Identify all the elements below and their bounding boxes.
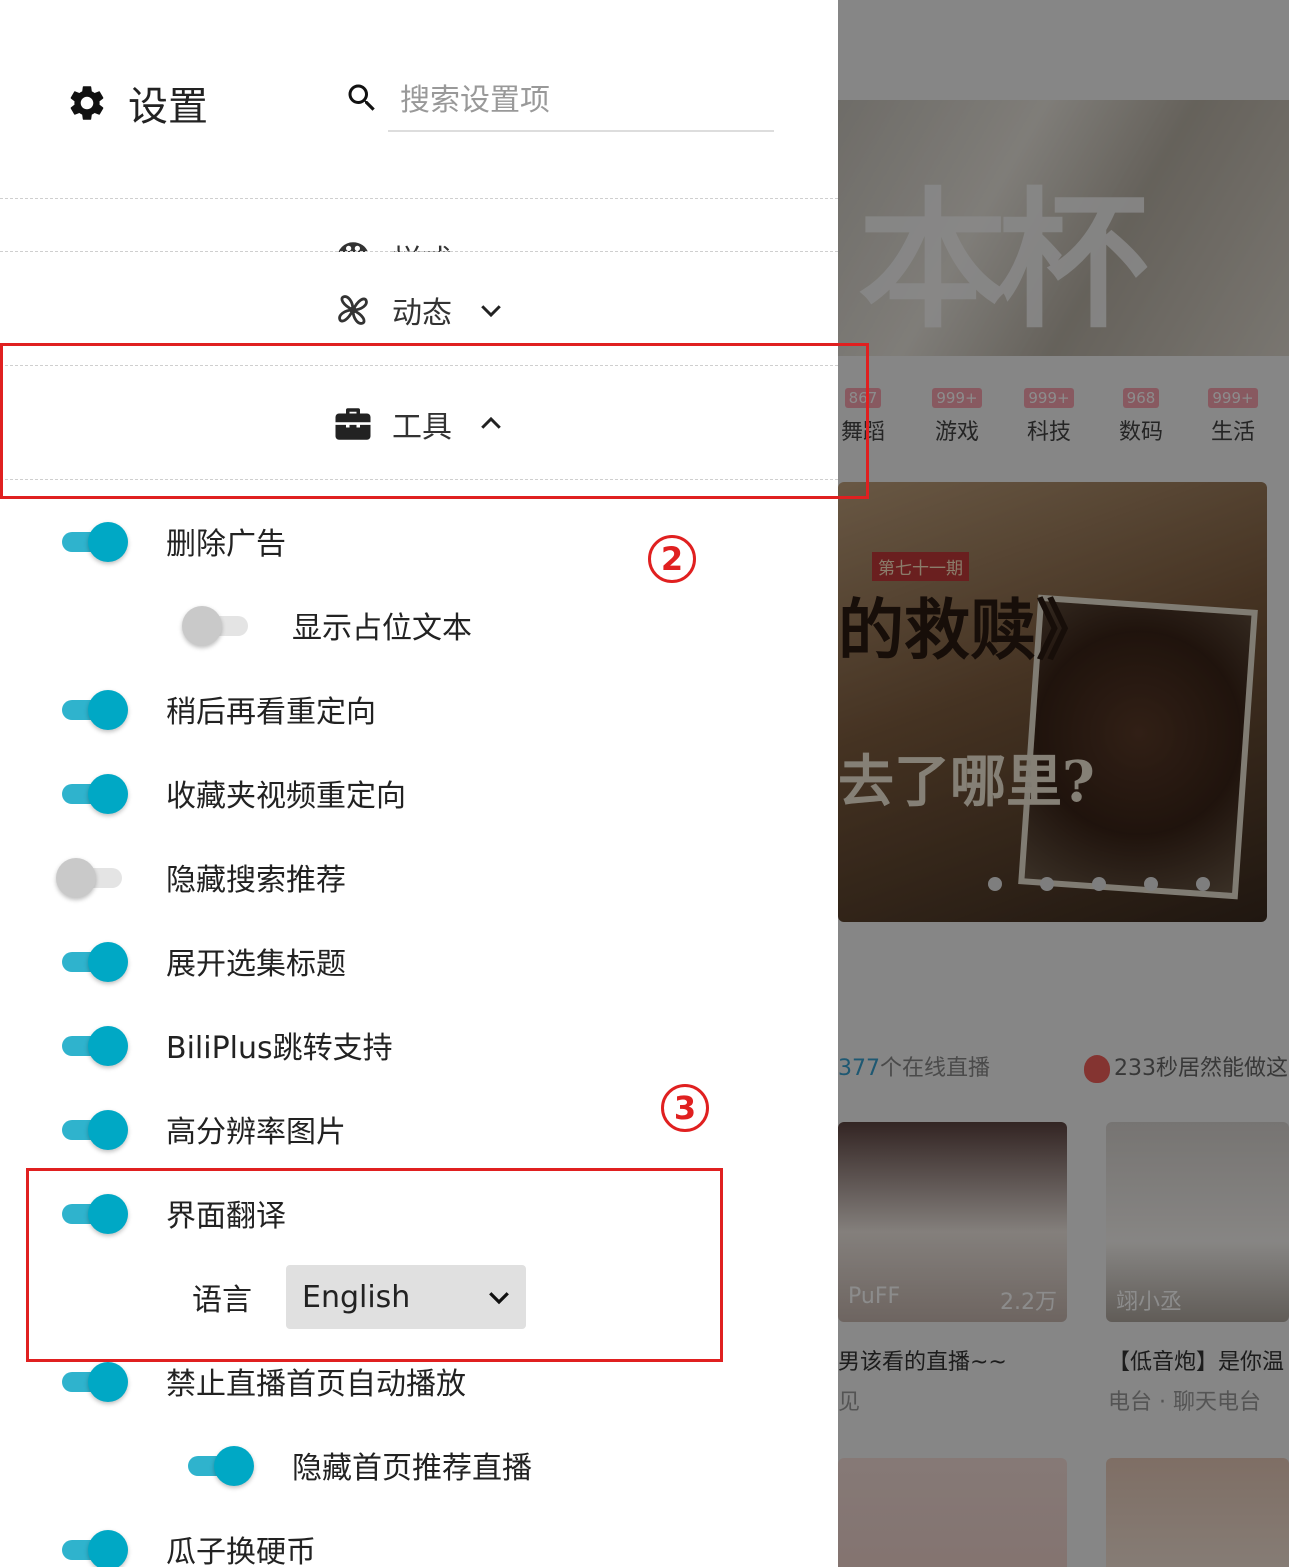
annotation-marker-3: 3 xyxy=(661,1084,709,1132)
toggle-switch[interactable] xyxy=(182,605,252,646)
settings-title: 设置 xyxy=(128,84,208,130)
toggle-switch[interactable] xyxy=(188,1445,254,1486)
search-icon xyxy=(348,84,375,111)
toggle-switch[interactable] xyxy=(62,689,128,730)
setting-label: 删除广告 xyxy=(166,527,286,562)
setting-label: 收藏夹视频重定向 xyxy=(166,779,406,814)
section-dynamic[interactable]: 动态 xyxy=(0,284,838,336)
setting-label: 隐藏首页推荐直播 xyxy=(292,1451,532,1486)
toggle-switch[interactable] xyxy=(62,1529,128,1567)
toggle-switch[interactable] xyxy=(56,857,126,898)
setting-row-favorites-redirect[interactable]: 收藏夹视频重定向 xyxy=(62,768,406,818)
setting-row-hide-search-recommend[interactable]: 隐藏搜索推荐 xyxy=(56,852,346,902)
annotation-marker-2: 2 xyxy=(648,535,696,583)
settings-header: 设置 xyxy=(0,0,838,198)
section-style[interactable]: 样式 xyxy=(0,222,838,252)
divider xyxy=(0,251,838,252)
annotation-box-translation xyxy=(26,1168,723,1362)
chevron-down-icon xyxy=(481,305,501,318)
setting-row-expand-episode-titles[interactable]: 展开选集标题 xyxy=(62,936,346,986)
setting-label: 瓜子换硬币 xyxy=(166,1535,316,1567)
drawer-overlay[interactable] xyxy=(838,0,1289,1567)
section-dynamic-label: 动态 xyxy=(392,296,452,331)
search-input[interactable] xyxy=(388,70,774,132)
setting-label: 展开选集标题 xyxy=(166,947,346,982)
setting-label: 禁止直播首页自动播放 xyxy=(166,1367,466,1402)
setting-label: 高分辨率图片 xyxy=(166,1115,346,1150)
setting-label: 隐藏搜索推荐 xyxy=(166,863,346,898)
setting-row-watchlater-redirect[interactable]: 稍后再看重定向 xyxy=(62,684,376,734)
setting-label: BiliPlus跳转支持 xyxy=(166,1031,393,1066)
setting-row-hide-home-live[interactable]: 隐藏首页推荐直播 xyxy=(188,1440,532,1490)
setting-label: 显示占位文本 xyxy=(292,611,472,646)
toggle-switch[interactable] xyxy=(62,1025,128,1066)
setting-row-high-res-images[interactable]: 高分辨率图片 xyxy=(62,1104,346,1154)
divider xyxy=(0,198,838,199)
settings-title-group: 设置 xyxy=(66,74,208,132)
setting-row-placeholder-text[interactable]: 显示占位文本 xyxy=(182,600,472,650)
annotation-box-tools xyxy=(0,343,869,499)
toggle-switch[interactable] xyxy=(62,773,128,814)
setting-label: 稍后再看重定向 xyxy=(166,695,376,730)
setting-row-remove-ads[interactable]: 删除广告 xyxy=(62,516,286,566)
setting-row-seeds-to-coins[interactable]: 瓜子换硬币 xyxy=(62,1524,316,1567)
toggle-switch[interactable] xyxy=(62,521,128,562)
setting-row-disable-live-autoplay[interactable]: 禁止直播首页自动播放 xyxy=(62,1356,466,1406)
toggle-switch[interactable] xyxy=(62,1361,128,1402)
toggle-switch[interactable] xyxy=(62,941,128,982)
setting-row-biliplus[interactable]: BiliPlus跳转支持 xyxy=(62,1020,393,1070)
toggle-switch[interactable] xyxy=(62,1109,128,1150)
section-style-label: 样式 xyxy=(392,236,452,252)
gear-icon xyxy=(70,86,104,120)
palette-icon xyxy=(338,242,368,252)
pinwheel-icon xyxy=(338,295,368,325)
